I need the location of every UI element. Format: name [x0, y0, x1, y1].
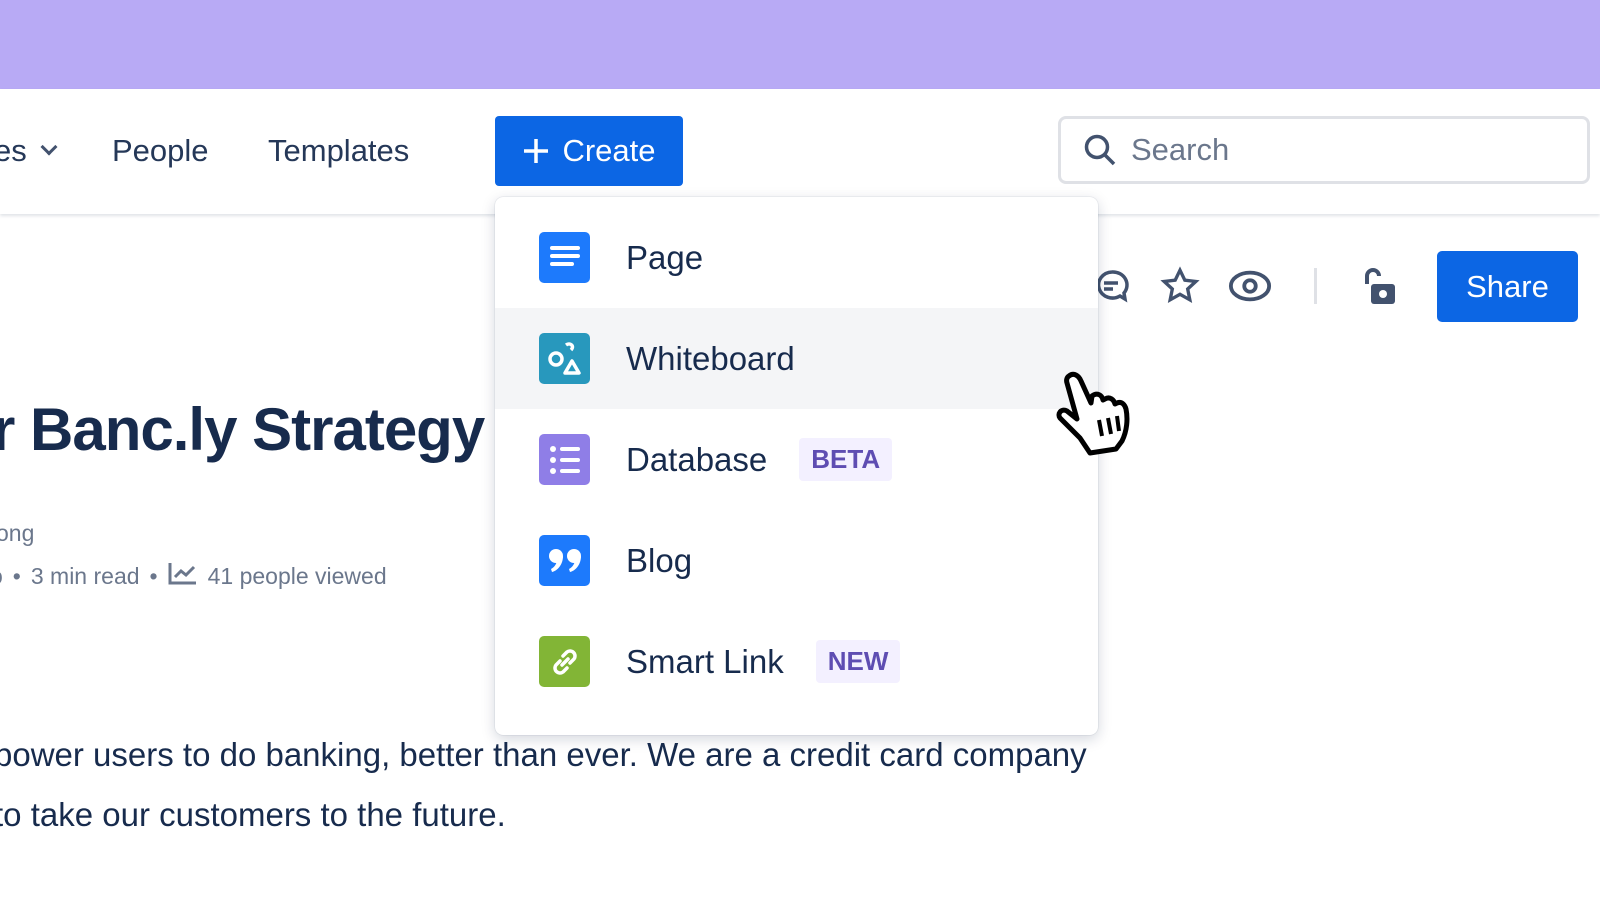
unlock-icon[interactable] [1357, 264, 1401, 308]
quote-icon [539, 535, 590, 586]
nav-templates[interactable]: Templates [268, 133, 409, 169]
star-icon[interactable] [1158, 264, 1202, 308]
menu-item-smart-link[interactable]: Smart Link NEW [495, 611, 1098, 712]
separator-dot: • [149, 562, 158, 589]
new-badge: NEW [815, 640, 901, 683]
page-toolbar [1090, 250, 1401, 322]
menu-item-label: Database [626, 440, 768, 478]
view-count[interactable]: 41 people viewed [208, 563, 387, 590]
nav-people[interactable]: People [112, 133, 209, 169]
menu-item-database[interactable]: Database BETA [495, 409, 1098, 510]
nav-spaces-label: es [0, 133, 27, 168]
search-icon [1084, 134, 1116, 166]
menu-item-label: Whiteboard [626, 339, 795, 377]
separator-dot: • [12, 562, 21, 589]
hand-cursor-icon [1055, 368, 1145, 463]
search-input[interactable] [1131, 132, 1551, 168]
nav-spaces[interactable]: es [0, 133, 58, 169]
beta-badge: BETA [799, 438, 893, 481]
page-icon [539, 232, 590, 283]
toolbar-divider [1314, 268, 1317, 304]
share-button[interactable]: Share [1437, 251, 1578, 322]
page-body: power users to do banking, better than e… [0, 725, 1087, 845]
menu-item-page[interactable]: Page [495, 207, 1098, 308]
chevron-down-icon [40, 138, 58, 156]
link-icon [539, 636, 590, 687]
meta-prefix: o [0, 563, 3, 590]
top-banner [0, 0, 1600, 89]
body-line: to take our customers to the future. [0, 796, 506, 833]
whiteboard-icon [539, 333, 590, 384]
read-time: 3 min read [30, 562, 140, 589]
analytics-icon [168, 561, 198, 591]
database-icon [539, 434, 590, 485]
byline: ong [0, 520, 35, 546]
create-label: Create [562, 133, 656, 168]
menu-item-blog[interactable]: Blog [495, 510, 1098, 611]
menu-item-whiteboard[interactable]: Whiteboard [495, 308, 1098, 409]
watch-icon[interactable] [1228, 264, 1272, 308]
page-meta: o • 3 min read • 41 people viewed [0, 561, 387, 591]
search-box[interactable] [1058, 116, 1590, 184]
menu-item-label: Page [626, 238, 704, 276]
page-title: r Banc.ly Strategy [0, 396, 485, 463]
top-nav: es People Templates Create [0, 89, 1600, 214]
create-button[interactable]: Create [495, 116, 683, 186]
plus-icon [524, 139, 549, 163]
menu-item-label: Blog [626, 541, 693, 579]
create-menu: Page Whiteboard Database BETA Blog Smart… [495, 197, 1098, 735]
menu-item-label: Smart Link [626, 642, 784, 680]
